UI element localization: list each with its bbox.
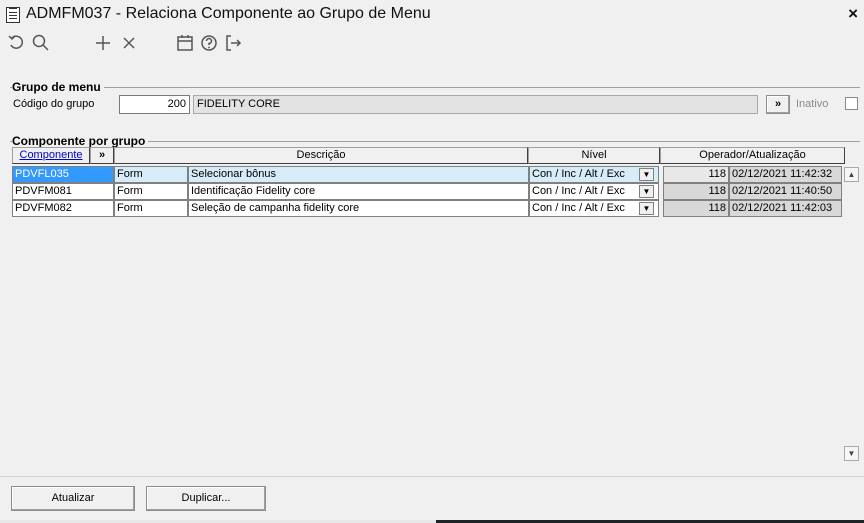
duplicar-button[interactable]: Duplicar... (146, 486, 266, 511)
componente-cell[interactable]: PDVFM081 (12, 183, 114, 200)
descricao-cell: Seleção de campanha fidelity core (188, 200, 529, 217)
chevron-down-icon[interactable]: ▼ (639, 185, 654, 198)
column-header-componente-label: Componente (19, 149, 83, 161)
descricao-cell: Selecionar bônus (188, 166, 529, 183)
chevron-down-icon[interactable]: ▼ (639, 168, 654, 181)
column-header-descricao: Descrição (114, 147, 528, 164)
operador-cell: 118 (663, 183, 729, 200)
help-icon[interactable] (198, 33, 220, 60)
column-header-nivel: Nível (528, 147, 660, 164)
tipo-cell: Form (114, 183, 188, 200)
tipo-cell: Form (114, 200, 188, 217)
column-expand-button[interactable]: » (90, 147, 114, 164)
descricao-cell: Identificação Fidelity core (188, 183, 529, 200)
tipo-cell: Form (114, 166, 188, 183)
group-separator (10, 87, 860, 88)
vertical-scrollbar[interactable]: ▲ ▼ (843, 165, 860, 465)
operador-cell: 118 (663, 166, 729, 183)
componente-cell[interactable]: PDVFM082 (12, 200, 114, 217)
column-header-operador: Operador/Atualização (660, 147, 845, 164)
undo-icon[interactable] (6, 33, 28, 60)
search-icon[interactable] (30, 33, 52, 60)
componente-cell[interactable]: PDVFL035 (12, 166, 114, 183)
column-header-componente[interactable]: Componente (12, 147, 90, 164)
delete-icon[interactable] (118, 33, 140, 60)
scroll-down-icon[interactable]: ▼ (844, 446, 859, 461)
inativo-checkbox[interactable] (845, 97, 858, 110)
operador-cell: 118 (663, 200, 729, 217)
grupo-descricao-field: FIDELITY CORE (193, 95, 758, 114)
scroll-up-icon[interactable]: ▲ (844, 167, 859, 182)
main-window: ADMFM037 - Relaciona Componente ao Grupo… (0, 0, 864, 520)
componente-grupo-title: Componente por grupo (12, 134, 149, 148)
componentes-grid: Componente » Descrição Nível Operador/At… (10, 147, 860, 467)
footer-separator (0, 476, 864, 477)
close-button[interactable]: × (848, 4, 858, 24)
form-icon (6, 7, 20, 23)
atualizar-button-label: Atualizar (51, 492, 95, 504)
add-icon[interactable] (92, 33, 114, 60)
grupo-menu-title: Grupo de menu (12, 80, 104, 94)
title-bar: ADMFM037 - Relaciona Componente ao Grupo… (0, 0, 864, 30)
calendar-icon[interactable] (174, 33, 196, 60)
inativo-label: Inativo (796, 98, 829, 110)
codigo-grupo-label: Código do grupo (13, 98, 95, 110)
toolbar (0, 30, 864, 62)
atualizacao-cell: 02/12/2021 11:40:50 (729, 183, 842, 200)
exit-icon[interactable] (222, 33, 244, 60)
chevron-down-icon[interactable]: ▼ (639, 202, 654, 215)
atualizacao-cell: 02/12/2021 11:42:32 (729, 166, 842, 183)
codigo-grupo-input[interactable]: 200 (119, 95, 190, 114)
atualizar-button[interactable]: Atualizar (11, 486, 135, 511)
atualizacao-cell: 02/12/2021 11:42:03 (729, 200, 842, 217)
window-title: ADMFM037 - Relaciona Componente ao Grupo… (26, 5, 431, 22)
lookup-button[interactable]: » (766, 95, 790, 114)
duplicar-button-label: Duplicar... (181, 492, 231, 504)
